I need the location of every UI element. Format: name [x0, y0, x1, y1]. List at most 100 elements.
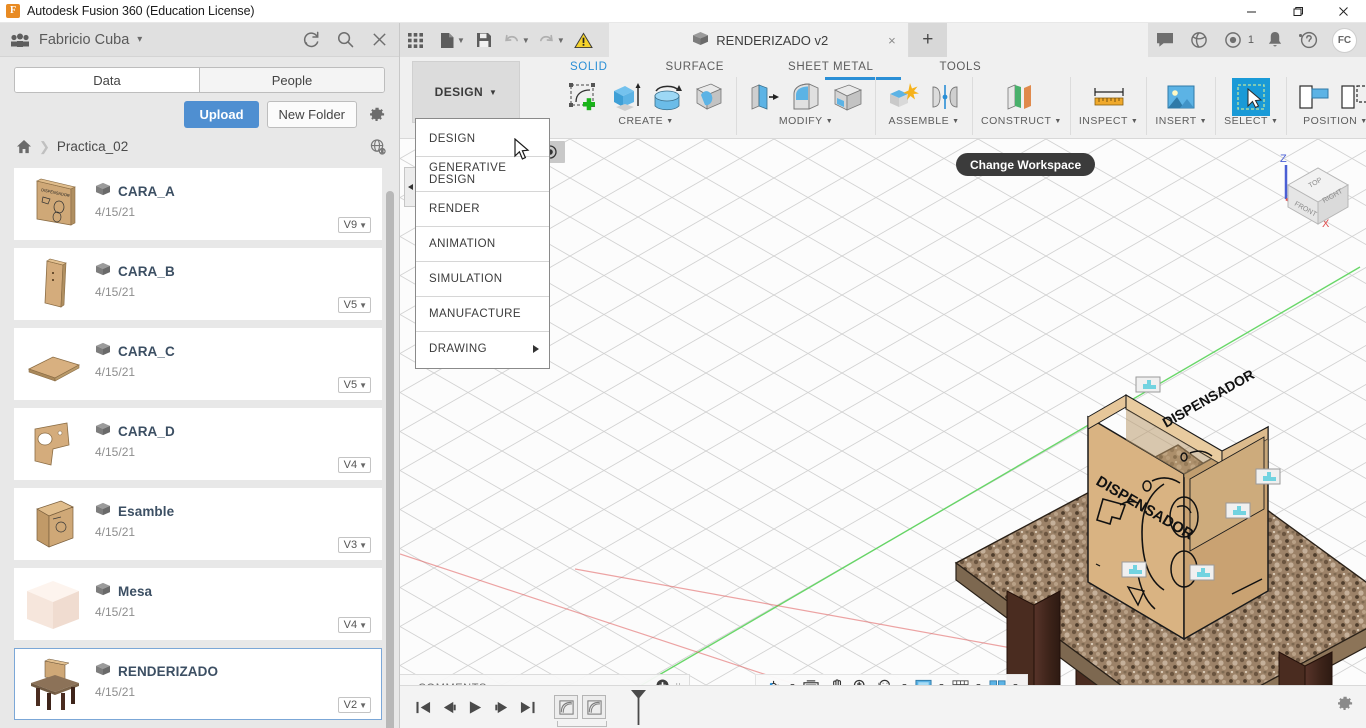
chevron-down-icon[interactable]: ▼: [1200, 118, 1207, 125]
job-status-icon[interactable]: [1216, 23, 1250, 57]
panel-assemble-label[interactable]: ASSEMBLE: [888, 115, 949, 127]
chevron-down-icon[interactable]: ▼: [666, 118, 673, 125]
question-icon[interactable]: [1292, 23, 1326, 57]
account-name[interactable]: Fabricio Cuba: [39, 32, 129, 48]
refresh-icon[interactable]: [295, 25, 327, 55]
select-window-icon[interactable]: [1232, 78, 1270, 116]
menu-item-simulation[interactable]: SIMULATION: [416, 261, 549, 296]
list-item[interactable]: CARA_C 4/15/21 V5 ▼: [14, 328, 382, 400]
panel-modify-label[interactable]: MODIFY: [779, 115, 823, 127]
insert-image-icon[interactable]: [1162, 78, 1200, 116]
offset-plane-icon[interactable]: [1002, 78, 1040, 116]
new-component-icon[interactable]: [884, 78, 922, 116]
new-tab-button[interactable]: +: [909, 23, 947, 57]
comment-icon[interactable]: [1148, 23, 1182, 57]
press-pull-icon[interactable]: [745, 78, 783, 116]
menu-item-manufacture[interactable]: MANUFACTURE: [416, 296, 549, 331]
shell-icon[interactable]: [829, 78, 867, 116]
view-cube[interactable]: Z X TOP FRONT RIGHT: [1260, 147, 1360, 237]
close-icon[interactable]: ×: [888, 33, 896, 48]
globe-eye-icon[interactable]: [369, 138, 387, 155]
scrollbar-thumb[interactable]: [386, 191, 394, 728]
chevron-down-icon[interactable]: ▾: [137, 34, 142, 45]
warning-icon[interactable]: [569, 23, 599, 57]
bell-icon[interactable]: [1258, 23, 1292, 57]
align-icon[interactable]: [1295, 78, 1333, 116]
chevron-down-icon[interactable]: ▼: [1054, 118, 1061, 125]
close-button[interactable]: [1320, 0, 1366, 23]
joint-icon[interactable]: [926, 78, 964, 116]
chevron-down-icon[interactable]: ▼: [557, 36, 565, 45]
menu-item-render[interactable]: RENDER: [416, 191, 549, 226]
revolve-icon[interactable]: [648, 78, 686, 116]
redo-icon[interactable]: ▼: [534, 23, 569, 57]
chevron-down-icon[interactable]: ▼: [522, 36, 530, 45]
close-panel-icon[interactable]: [363, 25, 395, 55]
sketch-feature-icon[interactable]: [554, 695, 578, 719]
version-selector[interactable]: V4 ▼: [338, 457, 371, 473]
undo-icon[interactable]: ▼: [499, 23, 534, 57]
move-copy-icon[interactable]: [1337, 78, 1366, 116]
file-list-scrollbar[interactable]: [386, 173, 394, 724]
home-icon[interactable]: [16, 139, 32, 154]
tab-surface[interactable]: SURFACE: [656, 59, 735, 76]
play-icon[interactable]: [462, 692, 488, 722]
gear-icon[interactable]: [1335, 694, 1354, 718]
list-item[interactable]: CARA_D 4/15/21 V4 ▼: [14, 408, 382, 480]
tab-data[interactable]: Data: [15, 68, 199, 92]
panel-inspect-label[interactable]: INSPECT: [1079, 115, 1128, 127]
avatar[interactable]: FC: [1332, 28, 1357, 53]
upload-button[interactable]: Upload: [184, 101, 258, 128]
list-item[interactable]: Esamble 4/15/21 V3 ▼: [14, 488, 382, 560]
search-icon[interactable]: [329, 25, 361, 55]
chevron-down-icon[interactable]: ▼: [1271, 118, 1278, 125]
create-sketch-icon[interactable]: [564, 78, 602, 116]
chevron-down-icon[interactable]: ▼: [457, 36, 465, 45]
menu-item-drawing[interactable]: DRAWING: [416, 331, 549, 366]
new-folder-button[interactable]: New Folder: [267, 101, 357, 128]
tab-sheet-metal[interactable]: SHEET METAL: [778, 59, 883, 76]
step-back-icon[interactable]: [436, 692, 462, 722]
tab-people[interactable]: People: [199, 68, 384, 92]
grid-apps-icon[interactable]: [400, 23, 430, 57]
save-icon[interactable]: [469, 23, 499, 57]
panel-select-label[interactable]: SELECT: [1224, 115, 1268, 127]
panel-create-label[interactable]: CREATE: [618, 115, 663, 127]
chevron-down-icon[interactable]: ▼: [1360, 118, 1366, 125]
version-selector[interactable]: V2 ▼: [338, 697, 371, 713]
version-selector[interactable]: V5 ▼: [338, 297, 371, 313]
gear-icon[interactable]: [365, 104, 387, 126]
measure-icon[interactable]: [1090, 78, 1128, 116]
tab-solid[interactable]: SOLID: [560, 59, 618, 76]
minimize-button[interactable]: [1228, 0, 1274, 23]
list-item[interactable]: RENDERIZADO 4/15/21 V2 ▼: [14, 648, 382, 720]
tab-tools[interactable]: TOOLS: [929, 59, 991, 76]
extrude-icon[interactable]: [606, 78, 644, 116]
version-selector[interactable]: V3 ▼: [338, 537, 371, 553]
version-selector[interactable]: V4 ▼: [338, 617, 371, 633]
step-forward-icon[interactable]: [488, 692, 514, 722]
help-globe-icon[interactable]: [1182, 23, 1216, 57]
list-item[interactable]: DISPENSADOR CARA_A 4/15/21: [14, 168, 382, 240]
chevron-down-icon[interactable]: ▼: [826, 118, 833, 125]
sketch-feature-icon[interactable]: [582, 695, 606, 719]
maximize-button[interactable]: [1274, 0, 1320, 23]
version-selector[interactable]: V9 ▼: [338, 217, 371, 233]
version-selector[interactable]: V5 ▼: [338, 377, 371, 393]
timeline-marker[interactable]: [630, 689, 647, 728]
file-list[interactable]: DISPENSADOR CARA_A 4/15/21: [0, 168, 388, 728]
chevron-down-icon[interactable]: ▼: [1131, 118, 1138, 125]
document-tab[interactable]: RENDERIZADO v2 ×: [609, 23, 909, 57]
fillet-icon[interactable]: [787, 78, 825, 116]
panel-construct-label[interactable]: CONSTRUCT: [981, 115, 1051, 127]
menu-item-animation[interactable]: ANIMATION: [416, 226, 549, 261]
list-item[interactable]: CARA_B 4/15/21 V5 ▼: [14, 248, 382, 320]
workspace-switcher-button[interactable]: DESIGN ▼: [412, 61, 520, 123]
breadcrumb-folder[interactable]: Practica_02: [57, 139, 128, 154]
go-to-beginning-icon[interactable]: [410, 692, 436, 722]
sweep-icon[interactable]: [690, 78, 728, 116]
panel-insert-label[interactable]: INSERT: [1155, 115, 1196, 127]
panel-position-label[interactable]: POSITION: [1303, 115, 1357, 127]
go-to-end-icon[interactable]: [514, 692, 540, 722]
chevron-down-icon[interactable]: ▼: [952, 118, 959, 125]
